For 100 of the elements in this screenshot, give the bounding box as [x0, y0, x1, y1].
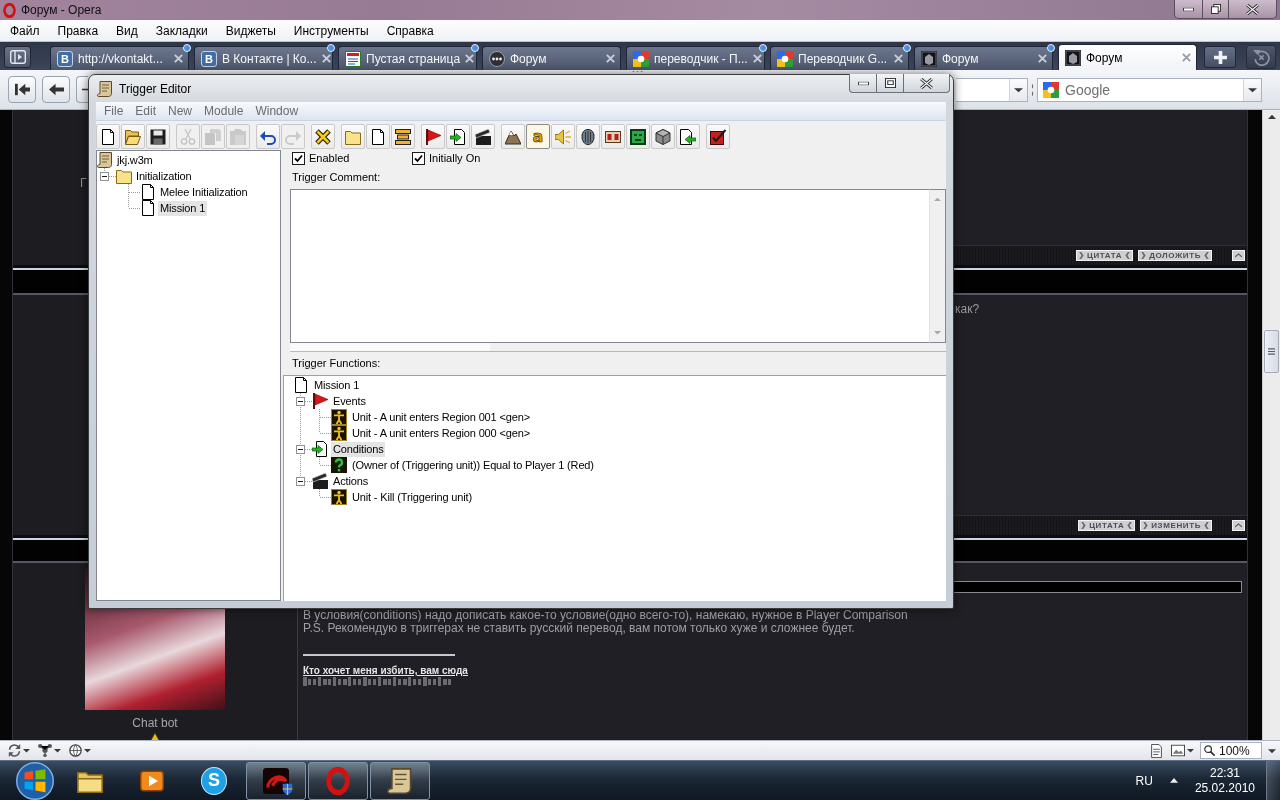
- menu-item[interactable]: Module: [198, 104, 250, 118]
- post-action-button[interactable]: ДОЛОЖИТЬ: [1138, 250, 1212, 261]
- close-icon[interactable]: [465, 54, 475, 63]
- menu-item[interactable]: Вид: [107, 23, 147, 38]
- search-field[interactable]: Google: [1037, 77, 1262, 102]
- toolbar-button[interactable]: [391, 124, 415, 149]
- browser-tab[interactable]: Пустая страница: [338, 46, 477, 70]
- tree-item[interactable]: Initialization: [134, 168, 194, 184]
- rewind-button[interactable]: [8, 76, 36, 103]
- tree-item[interactable]: Mission 1: [312, 377, 362, 393]
- close-icon[interactable]: [606, 54, 615, 63]
- tree-item[interactable]: Melee Initialization: [158, 184, 250, 200]
- collapse-icon[interactable]: [296, 476, 305, 486]
- dropdown-button[interactable]: [1009, 78, 1027, 101]
- checkbox[interactable]: [412, 151, 425, 165]
- browser-tab[interactable]: переводчик - П...: [626, 46, 765, 70]
- tree-item[interactable]: Unit - Kill (Triggering unit): [350, 489, 474, 505]
- checkbox-label[interactable]: Enabled: [309, 152, 350, 164]
- toolbar-button[interactable]: [421, 124, 445, 149]
- toolbar-button[interactable]: [96, 124, 120, 149]
- tree-item[interactable]: Events: [331, 393, 368, 409]
- maximize-button[interactable]: [876, 74, 904, 93]
- menu-item[interactable]: New: [162, 104, 199, 118]
- close-icon[interactable]: [752, 54, 762, 63]
- toolbar-button[interactable]: [471, 124, 495, 149]
- clock-date[interactable]: 25.02.2010: [1194, 780, 1255, 796]
- browser-tab[interactable]: Форум: [482, 46, 621, 70]
- panel-button[interactable]: [4, 46, 31, 68]
- post-action-button[interactable]: ИЗМЕНИТЬ: [1140, 520, 1212, 531]
- close-icon[interactable]: [1038, 54, 1047, 63]
- browser-tab[interactable]: Форум: [1058, 44, 1197, 70]
- closed-tabs-button[interactable]: [1246, 45, 1276, 69]
- forward-button[interactable]: [76, 76, 88, 103]
- dropdown-button[interactable]: [1243, 78, 1261, 101]
- browser-tab[interactable]: Форум: [914, 46, 1053, 70]
- scroll-thumb[interactable]: [1264, 330, 1279, 373]
- menu-item[interactable]: Window: [249, 104, 305, 118]
- toolbar-button[interactable]: [706, 124, 730, 149]
- toolbar-button[interactable]: [676, 124, 700, 149]
- menu-item[interactable]: Файл: [1, 23, 49, 38]
- close-button[interactable]: [903, 74, 950, 93]
- tree-item[interactable]: Conditions: [331, 441, 386, 457]
- close-icon[interactable]: [321, 54, 331, 63]
- post-action-button[interactable]: ЦИТАТА: [1076, 250, 1134, 261]
- document-button[interactable]: [1148, 742, 1165, 759]
- collapse-icon[interactable]: [100, 171, 109, 181]
- clock-time[interactable]: 22:31: [1209, 765, 1240, 781]
- menu-item[interactable]: Закладки: [146, 23, 217, 38]
- minimize-button[interactable]: [849, 74, 877, 93]
- grip-dots-icon[interactable]: [632, 70, 643, 73]
- globe-button[interactable]: [67, 742, 93, 759]
- toolbar-button[interactable]: [121, 124, 145, 149]
- toolbar-button[interactable]: [626, 124, 650, 149]
- taskbar-button[interactable]: [370, 761, 430, 800]
- collapse-icon[interactable]: [296, 444, 305, 454]
- comment-field[interactable]: [290, 189, 929, 343]
- minimize-button[interactable]: [1174, 0, 1203, 19]
- browser-tab[interactable]: В http://vkontakt...: [50, 46, 189, 70]
- menu-item[interactable]: Справка: [377, 23, 443, 38]
- toolbar-button[interactable]: [146, 124, 170, 149]
- toolbar-button[interactable]: [256, 124, 280, 149]
- tree-item[interactable]: Unit - A unit enters Region 000 <gen>: [350, 425, 532, 441]
- network-button[interactable]: [36, 742, 63, 759]
- tree-item[interactable]: (Owner of (Triggering unit)) Equal to Player 1 (Red): [350, 457, 596, 473]
- toolbar-button[interactable]: [501, 124, 525, 149]
- scroll-top-button[interactable]: [1232, 520, 1245, 531]
- tree-item[interactable]: Unit - A unit enters Region 001 <gen>: [350, 409, 532, 425]
- toolbar-button[interactable]: [311, 124, 335, 149]
- back-button[interactable]: [42, 76, 70, 103]
- browser-tab[interactable]: В В Контакте | Ко...: [194, 46, 333, 70]
- menu-item[interactable]: Правка: [48, 23, 108, 38]
- address-field[interactable]: [956, 77, 1028, 102]
- sync-button[interactable]: [6, 742, 32, 759]
- tree-item[interactable]: jkj.w3m: [115, 152, 155, 168]
- signature-link[interactable]: Кто хочет меня избить, вам сюда: [303, 665, 468, 676]
- new-tab-button[interactable]: [1204, 46, 1236, 68]
- checkbox-label[interactable]: Initially On: [429, 152, 481, 164]
- checkbox[interactable]: [292, 151, 305, 165]
- toolbar-button[interactable]: [366, 124, 390, 149]
- menu-item[interactable]: Инструменты: [284, 23, 378, 38]
- close-icon[interactable]: [1182, 53, 1191, 62]
- toolbar-button[interactable]: [576, 124, 600, 149]
- caret-up-icon[interactable]: [1267, 114, 1276, 120]
- browser-tab[interactable]: Переводчик G...: [770, 46, 909, 70]
- toolbar-button[interactable]: [446, 124, 470, 149]
- tree-item[interactable]: Actions: [331, 473, 371, 489]
- scroll-top-button[interactable]: [1232, 250, 1245, 261]
- close-button[interactable]: [1228, 0, 1277, 19]
- menu-item[interactable]: Edit: [129, 104, 163, 118]
- tree-item[interactable]: Mission 1: [158, 200, 208, 216]
- menu-item[interactable]: File: [98, 104, 130, 118]
- toolbar-button[interactable]: [601, 124, 625, 149]
- menu-item[interactable]: Виджеты: [216, 23, 285, 38]
- post-action-button[interactable]: ЦИТАТА: [1078, 520, 1136, 531]
- toolbar-button[interactable]: [651, 124, 675, 149]
- show-desktop-button[interactable]: [1266, 760, 1280, 800]
- taskbar-button[interactable]: [246, 761, 306, 800]
- zoom-button[interactable]: 100%: [1200, 742, 1262, 759]
- restore-button[interactable]: [1202, 0, 1229, 19]
- close-icon[interactable]: [174, 54, 183, 63]
